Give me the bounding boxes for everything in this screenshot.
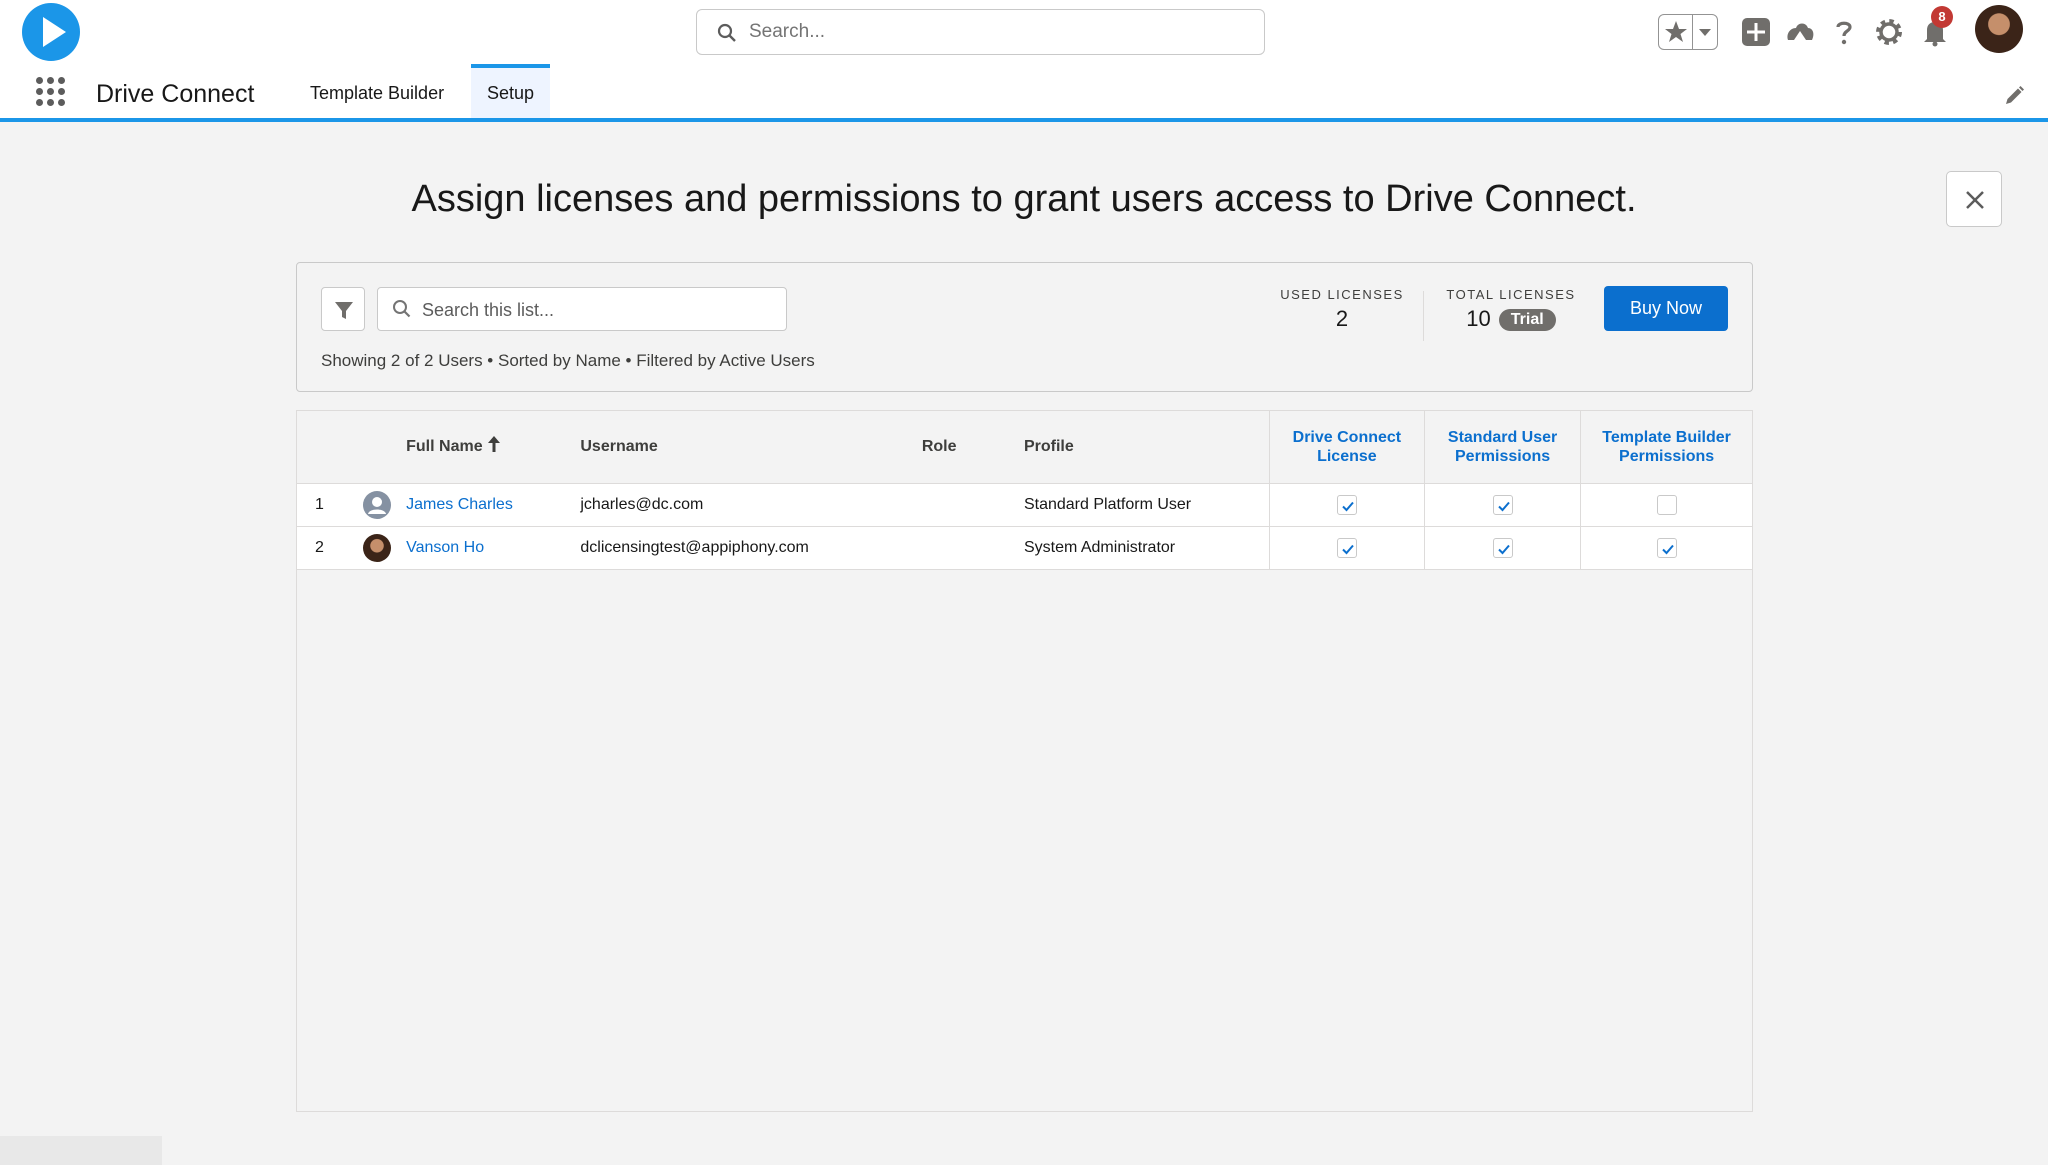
app-launcher-icon[interactable]: [36, 77, 66, 107]
play-logo-icon[interactable]: [22, 3, 80, 61]
template-builder-permissions-cell: [1580, 483, 1752, 527]
role-cell: [921, 526, 1024, 570]
avatar-header: [363, 411, 407, 484]
table-row: 1 James Charles jcharles@dc.com Standard…: [297, 483, 1752, 527]
list-search-box[interactable]: [377, 287, 787, 331]
notification-count-badge: 8: [1931, 6, 1953, 28]
standard-user-permissions-cell: [1423, 483, 1581, 527]
template-builder-permissions-checkbox[interactable]: [1656, 494, 1677, 515]
search-icon: [717, 23, 737, 48]
table-row: 2 Vanson Ho dclicensingtest@appiphony.co…: [297, 526, 1752, 570]
drive-connect-license-checkbox[interactable]: [1336, 494, 1357, 515]
row-number-header: [297, 411, 364, 484]
full-name-cell: Vanson Ho: [406, 526, 581, 570]
users-table: Full Name Username Role Profile Drive Co…: [297, 411, 1752, 570]
gear-icon[interactable]: [1871, 14, 1907, 50]
template-builder-permissions-checkbox[interactable]: [1656, 537, 1677, 558]
user-avatar-placeholder: [363, 490, 392, 519]
used-licenses: USED LICENSES 2: [1272, 287, 1412, 332]
template-builder-permissions-cell: [1580, 526, 1752, 570]
standard-user-permissions-checkbox[interactable]: [1492, 537, 1513, 558]
star-icon[interactable]: [1659, 15, 1693, 49]
user-name-link[interactable]: James Charles: [406, 496, 513, 513]
full-name-header[interactable]: Full Name: [406, 411, 581, 484]
checkmark-icon: [1342, 544, 1354, 554]
row-number: 2: [297, 526, 364, 570]
user-avatar-photo: [363, 533, 392, 562]
total-licenses-value-row: 10 Trial: [1441, 306, 1581, 332]
drive-connect-license-checkbox[interactable]: [1336, 537, 1357, 558]
used-licenses-value: 2: [1335, 306, 1349, 331]
full-name-header-label: Full Name: [406, 438, 483, 456]
table-header-row: Full Name Username Role Profile Drive Co…: [297, 411, 1752, 484]
trailhead-icon[interactable]: [1782, 14, 1818, 50]
username-cell: jcharles@dc.com: [580, 483, 922, 527]
profile-header[interactable]: Profile: [1023, 411, 1270, 484]
filter-button[interactable]: [321, 287, 365, 331]
used-licenses-label: USED LICENSES: [1280, 287, 1404, 302]
checkmark-icon: [1497, 501, 1510, 511]
profile-cell: System Administrator: [1023, 526, 1270, 570]
page-title: Assign licenses and permissions to grant…: [411, 178, 1637, 220]
arrow-up-icon: [487, 435, 501, 458]
chevron-down-icon[interactable]: [1693, 15, 1717, 49]
status-bar: [0, 1136, 162, 1165]
list-summary: Showing 2 of 2 Users • Sorted by Name • …: [321, 351, 815, 370]
global-search-input[interactable]: [749, 18, 1249, 46]
user-name-link[interactable]: Vanson Ho: [406, 539, 484, 556]
users-table-container: Full Name Username Role Profile Drive Co…: [296, 410, 1753, 1112]
username-cell: dclicensingtest@appiphony.com: [580, 526, 922, 570]
drive-connect-license-cell: [1268, 526, 1425, 570]
checkmark-icon: [1661, 544, 1674, 554]
standard-user-permissions-cell: [1423, 526, 1581, 570]
row-number: 1: [297, 483, 364, 527]
standard-user-permissions-header[interactable]: Standard User Permissions: [1423, 411, 1581, 484]
drive-connect-license-header[interactable]: Drive Connect License: [1268, 411, 1425, 484]
username-header[interactable]: Username: [580, 411, 922, 484]
role-cell: [921, 483, 1024, 527]
tab-template-builder[interactable]: Template Builder: [294, 64, 460, 118]
total-licenses-label: TOTAL LICENSES: [1446, 287, 1576, 302]
buy-now-button[interactable]: Buy Now: [1604, 286, 1728, 331]
pencil-icon[interactable]: [2002, 84, 2026, 108]
total-licenses: TOTAL LICENSES 10 Trial: [1441, 287, 1581, 332]
drive-connect-license-cell: [1268, 483, 1425, 527]
close-icon: [1966, 191, 1984, 209]
avatar-cell: [363, 483, 407, 527]
list-search-input[interactable]: [422, 296, 772, 324]
favorites-group: [1658, 14, 1718, 50]
template-builder-permissions-header[interactable]: Template Builder Permissions: [1580, 411, 1752, 484]
app-name: Drive Connect: [96, 80, 255, 108]
avatar-cell: [363, 526, 407, 570]
checkmark-icon: [1342, 501, 1354, 511]
filter-icon: [335, 302, 353, 319]
search-icon: [392, 299, 412, 324]
full-name-cell: James Charles: [406, 483, 581, 527]
app-nav-bar: Drive Connect Template Builder Setup: [0, 64, 2048, 122]
standard-user-permissions-checkbox[interactable]: [1492, 494, 1513, 515]
list-toolbar: Showing 2 of 2 Users • Sorted by Name • …: [296, 262, 1753, 392]
stat-divider: [1423, 291, 1424, 341]
tab-setup[interactable]: Setup: [471, 64, 551, 118]
role-header[interactable]: Role: [921, 411, 1024, 484]
user-avatar[interactable]: [1975, 5, 2023, 53]
global-header: 8: [0, 0, 2048, 64]
help-icon[interactable]: [1826, 14, 1862, 50]
checkmark-icon: [1497, 544, 1510, 554]
total-licenses-value: 10: [1466, 306, 1491, 331]
add-icon[interactable]: [1738, 14, 1774, 50]
trial-badge: Trial: [1498, 309, 1556, 331]
close-button[interactable]: [1946, 171, 2002, 227]
global-search-box[interactable]: [696, 9, 1265, 55]
profile-cell: Standard Platform User: [1023, 483, 1270, 527]
